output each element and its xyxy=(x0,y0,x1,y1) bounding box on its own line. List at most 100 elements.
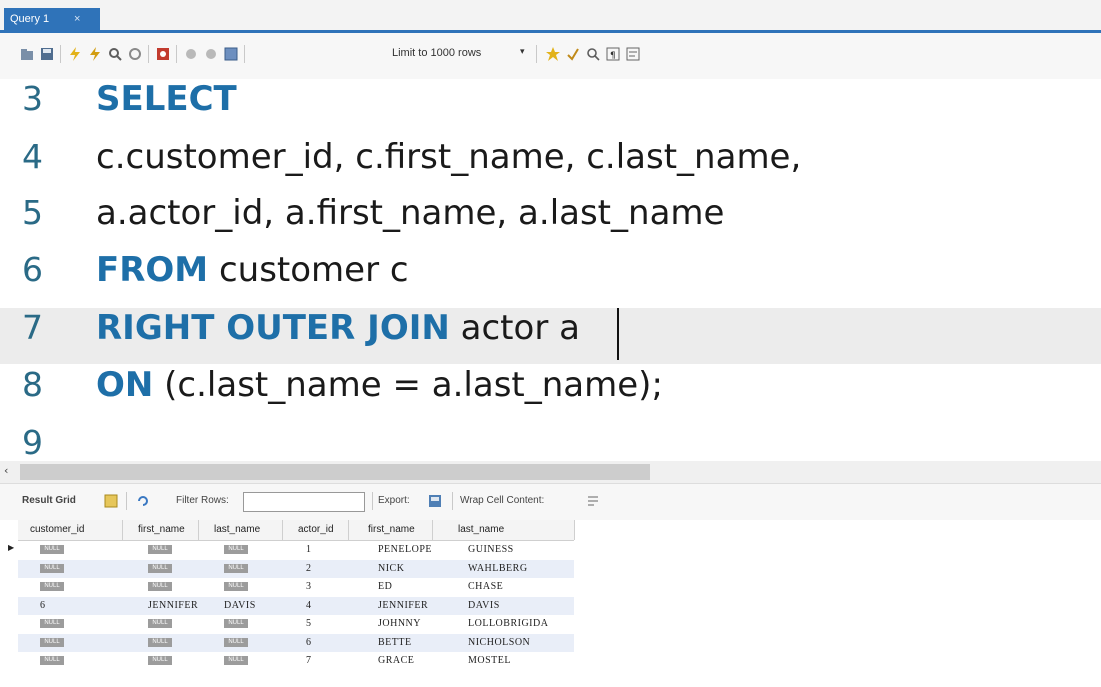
table-row[interactable]: NULL NULL NULL 5 JOHNNY LOLLOBRIGIDA xyxy=(18,615,574,633)
column-header[interactable]: first_name xyxy=(138,524,185,535)
null-cell-badge[interactable]: NULL xyxy=(148,582,172,591)
null-cell-badge[interactable]: NULL xyxy=(40,656,64,665)
null-cell-badge[interactable]: NULL xyxy=(148,637,172,647)
sql-keyword: ON xyxy=(96,365,154,405)
result-grid-tab[interactable]: Result Grid xyxy=(22,495,76,506)
null-cell-badge[interactable]: NULL xyxy=(40,563,64,573)
table-cell[interactable]: BETTE xyxy=(378,637,412,648)
save-icon[interactable] xyxy=(40,47,54,61)
table-cell[interactable]: ED xyxy=(378,581,392,592)
open-folder-icon[interactable] xyxy=(20,47,34,61)
code-line[interactable]: 7 RIGHT OUTER JOIN actor a xyxy=(0,308,1101,364)
search-icon[interactable] xyxy=(586,47,600,61)
null-cell-badge[interactable]: NULL xyxy=(148,619,172,628)
grid-view-icon[interactable] xyxy=(104,494,118,508)
rollback-icon[interactable] xyxy=(204,47,218,61)
null-cell-badge[interactable]: NULL xyxy=(224,545,248,554)
table-row[interactable]: NULL NULL NULL 6 BETTE NICHOLSON xyxy=(18,633,574,652)
column-header[interactable]: actor_id xyxy=(298,524,334,535)
sql-editor[interactable]: 3 SELECT 4 c.customer_id, c.first_name, c.l… xyxy=(0,79,1101,461)
table-cell[interactable]: JENNIFER xyxy=(378,600,428,611)
commit-icon[interactable] xyxy=(184,47,198,61)
word-wrap-icon[interactable] xyxy=(626,47,640,61)
table-cell[interactable]: GRACE xyxy=(378,655,414,666)
beautify-icon[interactable] xyxy=(546,47,560,61)
code-line[interactable]: 4 c.customer_id, c.first_name, c.last_nam… xyxy=(0,137,1101,193)
text-caret xyxy=(617,308,619,360)
column-header[interactable]: last_name xyxy=(214,524,260,535)
table-cell[interactable]: MOSTEL xyxy=(468,655,511,666)
table-row[interactable]: NULL NULL NULL 7 GRACE MOSTEL xyxy=(18,652,574,670)
filter-rows-input[interactable] xyxy=(243,492,365,512)
code-line[interactable]: 5 a.actor_id, a.first_name, a.last_name xyxy=(0,193,1101,249)
table-cell[interactable]: DAVIS xyxy=(224,600,256,611)
code-text: ON (c.last_name = a.last_name); xyxy=(96,365,663,405)
table-row[interactable]: NULL NULL NULL 1 PENELOPE GUINESS xyxy=(18,541,574,559)
table-cell[interactable]: LOLLOBRIGIDA xyxy=(468,618,548,629)
limit-rows-select[interactable]: Limit to 1000 rows xyxy=(392,47,481,59)
column-divider xyxy=(122,520,123,540)
null-cell-badge[interactable]: NULL xyxy=(40,582,64,591)
auto-commit-icon[interactable] xyxy=(224,47,238,61)
table-row[interactable]: NULL NULL NULL 2 NICK WAHLBERG xyxy=(18,559,574,578)
table-cell[interactable]: 4 xyxy=(306,600,312,611)
table-cell[interactable]: 6 xyxy=(306,637,312,648)
null-cell-badge[interactable]: NULL xyxy=(224,656,248,665)
stop-icon[interactable] xyxy=(128,47,142,61)
result-grid[interactable]: customer_id first_name last_name actor_id fi… xyxy=(0,520,1101,687)
code-line[interactable]: 6 FROM customer c xyxy=(0,250,1101,306)
horizontal-scrollbar[interactable]: ‹ xyxy=(0,461,1101,483)
table-cell[interactable]: JENNIFER xyxy=(148,600,198,611)
result-toolbar: Result Grid Filter Rows: Export: Wrap Ce… xyxy=(0,483,1101,520)
stop-on-error-icon[interactable] xyxy=(156,47,170,61)
scrollbar-thumb[interactable] xyxy=(20,464,650,480)
table-cell[interactable]: CHASE xyxy=(468,581,503,592)
null-cell-badge[interactable]: NULL xyxy=(148,656,172,665)
column-header[interactable]: customer_id xyxy=(30,524,84,535)
explain-magnifier-icon[interactable] xyxy=(108,47,122,61)
line-number: 9 xyxy=(22,423,43,461)
table-cell[interactable]: 7 xyxy=(306,655,312,666)
table-cell[interactable]: GUINESS xyxy=(468,544,514,555)
tab-query-1[interactable]: Query 1 × xyxy=(4,8,100,30)
table-cell[interactable]: NICK xyxy=(378,563,404,574)
null-cell-badge[interactable]: NULL xyxy=(224,582,248,591)
table-row[interactable]: NULL NULL NULL 3 ED CHASE xyxy=(18,578,574,596)
table-cell[interactable]: 3 xyxy=(306,581,312,592)
null-cell-badge[interactable]: NULL xyxy=(40,619,64,628)
code-line[interactable]: 9 xyxy=(0,423,1101,461)
table-row[interactable]: 6 JENNIFER DAVIS 4 JENNIFER DAVIS xyxy=(18,596,574,615)
null-cell-badge[interactable]: NULL xyxy=(40,545,64,554)
execute-current-icon[interactable] xyxy=(88,47,102,61)
table-cell[interactable]: NICHOLSON xyxy=(468,637,530,648)
code-line[interactable]: 3 SELECT xyxy=(0,79,1101,135)
null-cell-badge[interactable]: NULL xyxy=(148,545,172,554)
null-cell-badge[interactable]: NULL xyxy=(148,563,172,573)
code-text: c.customer_id, c.first_name, c.last_name… xyxy=(96,137,801,177)
column-header[interactable]: first_name xyxy=(368,524,415,535)
export-icon[interactable] xyxy=(428,494,442,508)
refresh-icon[interactable] xyxy=(136,494,150,508)
null-cell-badge[interactable]: NULL xyxy=(224,637,248,647)
table-cell[interactable]: PENELOPE xyxy=(378,544,432,555)
table-cell[interactable]: JOHNNY xyxy=(378,618,421,629)
scroll-left-icon[interactable]: ‹ xyxy=(4,464,8,477)
table-cell[interactable]: 5 xyxy=(306,618,312,629)
table-cell[interactable]: 1 xyxy=(306,544,312,555)
invisible-chars-icon[interactable]: ¶ xyxy=(606,47,620,61)
column-header[interactable]: last_name xyxy=(458,524,504,535)
chevron-down-icon[interactable]: ▾ xyxy=(520,47,525,57)
table-cell[interactable]: WAHLBERG xyxy=(468,563,528,574)
table-cell[interactable]: DAVIS xyxy=(468,600,500,611)
sql-keyword: FROM xyxy=(96,250,209,290)
tab-close-icon[interactable]: × xyxy=(74,8,80,30)
null-cell-badge[interactable]: NULL xyxy=(224,563,248,573)
null-cell-badge[interactable]: NULL xyxy=(224,619,248,628)
table-cell[interactable]: 6 xyxy=(40,600,46,611)
null-cell-badge[interactable]: NULL xyxy=(40,637,64,647)
find-replace-icon[interactable] xyxy=(566,47,580,61)
table-cell[interactable]: 2 xyxy=(306,563,312,574)
wrap-cell-icon[interactable] xyxy=(586,494,600,508)
code-line[interactable]: 8 ON (c.last_name = a.last_name); xyxy=(0,365,1101,421)
execute-lightning-icon[interactable] xyxy=(68,47,82,61)
